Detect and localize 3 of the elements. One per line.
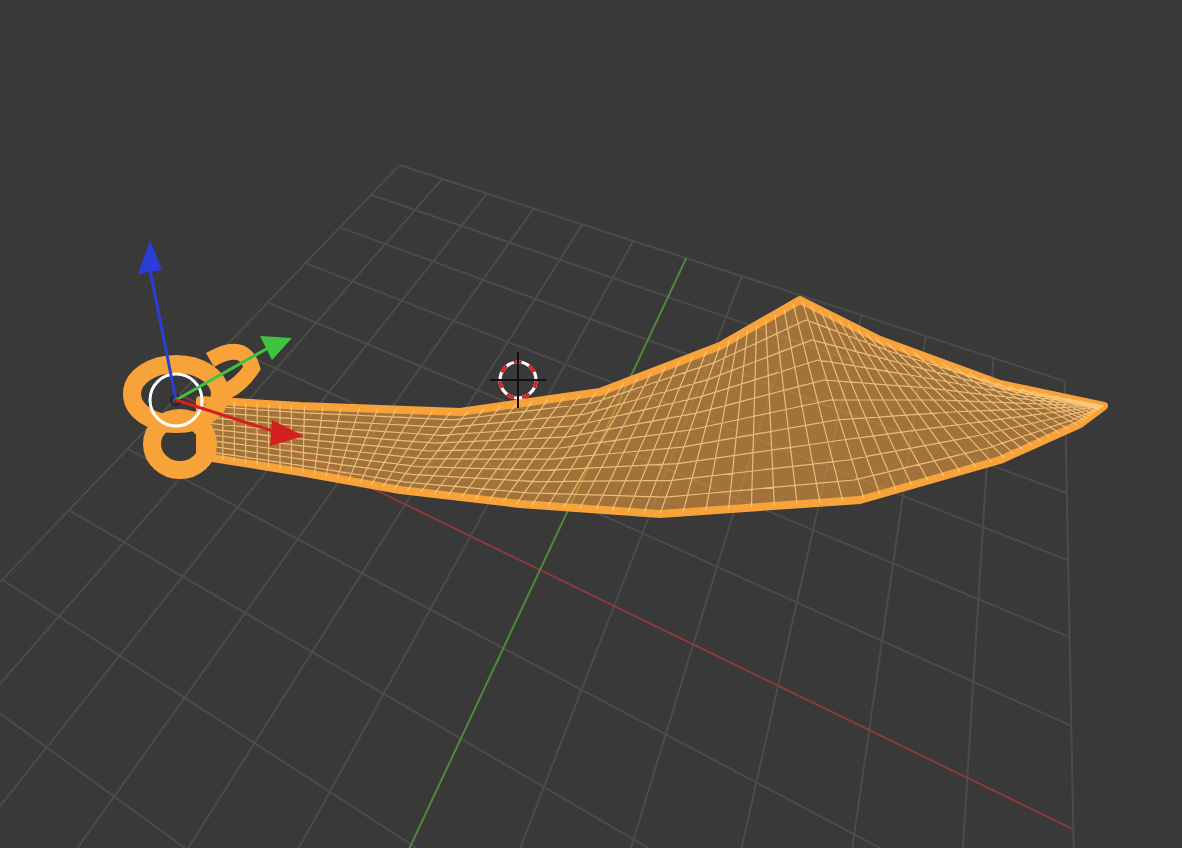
transform-gizmo-drawing[interactable] (138, 240, 304, 446)
3d-cursor-icon (489, 351, 547, 409)
wireframe-blade-drawing[interactable] (123, 296, 1108, 518)
